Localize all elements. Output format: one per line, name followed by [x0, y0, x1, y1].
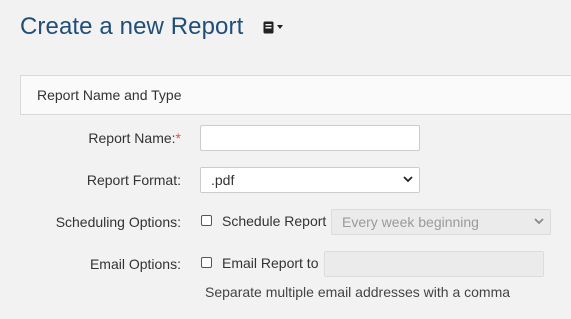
- report-name-input[interactable]: [200, 125, 420, 151]
- report-menu-button[interactable]: [263, 17, 284, 37]
- panel-heading: Report Name and Type: [20, 75, 571, 115]
- schedule-frequency-select[interactable]: Every week beginning: [331, 209, 551, 235]
- email-report-label[interactable]: Email Report to: [222, 251, 318, 275]
- report-name-row: Report Name:*: [0, 125, 571, 153]
- panel-heading-text: Report Name and Type: [37, 87, 182, 103]
- page-title: Create a new Report: [20, 13, 244, 40]
- schedule-report-label[interactable]: Schedule Report: [222, 209, 326, 233]
- email-help-text: Separate multiple email addresses with a…: [205, 284, 511, 300]
- scheduling-row: Scheduling Options: Schedule Report Ever…: [0, 209, 571, 237]
- report-format-row: Report Format: .pdf: [0, 167, 571, 195]
- page-header: Create a new Report: [20, 12, 284, 42]
- required-marker: *: [175, 130, 181, 146]
- chevron-down-icon: [534, 218, 544, 225]
- email-recipients-input[interactable]: [324, 251, 544, 277]
- report-format-label: Report Format:: [86, 172, 181, 188]
- chevron-down-icon: [403, 176, 413, 183]
- document-icon: [263, 21, 274, 33]
- schedule-report-checkbox[interactable]: [201, 215, 212, 226]
- schedule-frequency-selected: Every week beginning: [342, 214, 479, 230]
- report-format-selected: .pdf: [211, 172, 235, 188]
- email-row: Email Options: Email Report to: [0, 251, 571, 279]
- scheduling-label: Scheduling Options:: [55, 214, 181, 230]
- caret-down-icon: [277, 25, 284, 29]
- email-options-label: Email Options:: [89, 256, 181, 272]
- email-report-checkbox[interactable]: [201, 257, 212, 268]
- report-format-select[interactable]: .pdf: [200, 167, 420, 193]
- report-name-label: Report Name:*: [88, 130, 181, 146]
